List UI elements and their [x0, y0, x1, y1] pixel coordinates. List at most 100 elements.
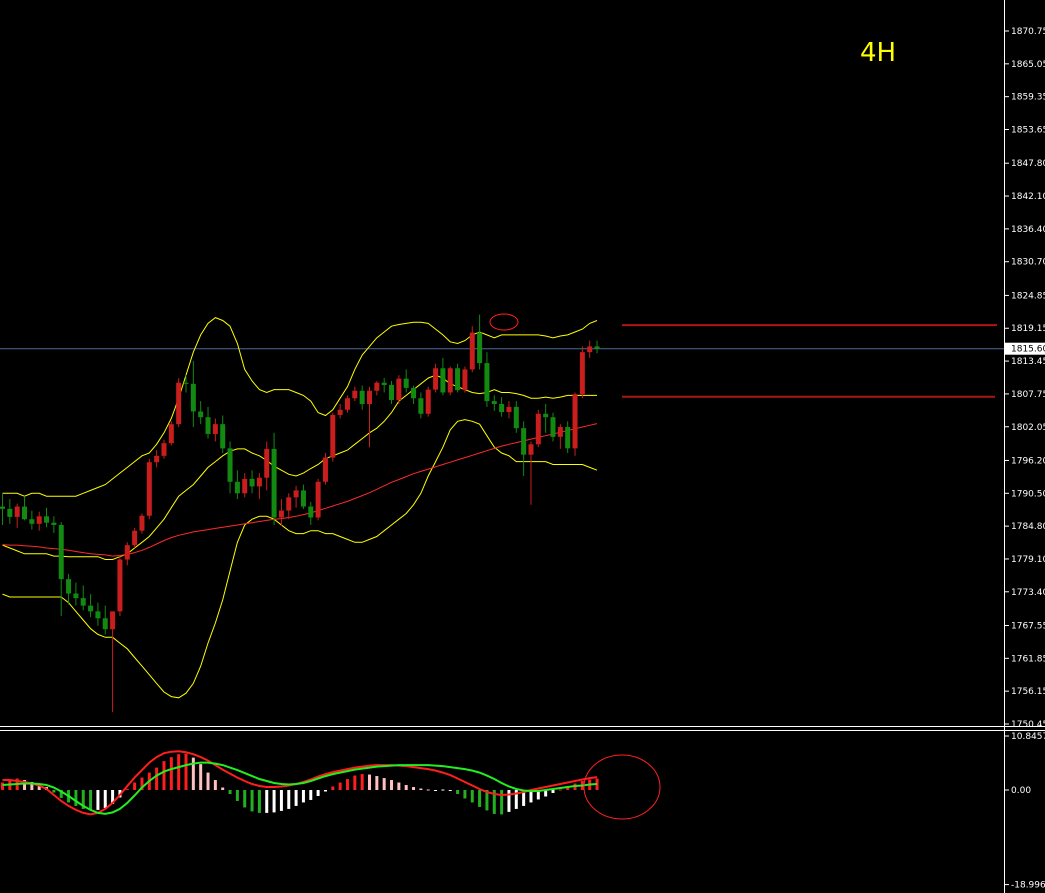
candle — [117, 554, 123, 616]
candle-body — [264, 448, 270, 478]
price-tick-label: 1807.75 — [1011, 390, 1045, 400]
candle — [469, 326, 475, 373]
price-tick-label: 1784.80 — [1011, 522, 1045, 532]
histogram-bar — [155, 767, 159, 790]
candle-body — [212, 424, 218, 434]
candle-body — [535, 413, 541, 445]
histogram-bar — [184, 753, 188, 790]
candle-body — [572, 394, 578, 449]
candle-body — [403, 378, 409, 388]
candle-body — [146, 462, 152, 516]
candle-body — [0, 506, 5, 509]
histogram-bar — [199, 764, 203, 790]
trading-chart[interactable]: 1870.75 1865.05 1859.35 1853.65 1847.80 1842.… — [0, 0, 1045, 893]
histogram-bar — [382, 778, 386, 790]
histogram-bar — [456, 790, 460, 794]
histogram-bar — [463, 790, 467, 799]
candle-body — [7, 508, 13, 517]
candle-body — [102, 618, 108, 630]
candle-body — [491, 401, 497, 404]
candle-body — [110, 611, 116, 630]
histogram-bar — [353, 775, 357, 790]
histogram-bar — [294, 790, 298, 806]
indicator-tick-label: 10.8457 — [1011, 732, 1045, 742]
histogram-bar — [74, 790, 78, 806]
candle-body — [176, 382, 182, 425]
histogram-bar — [426, 789, 430, 791]
histogram-bar — [250, 790, 254, 812]
candle-body — [95, 611, 101, 619]
candle-body — [359, 390, 365, 404]
histogram-bar — [235, 790, 239, 801]
candle-body — [36, 516, 42, 524]
histogram-bar — [500, 790, 504, 815]
candle — [146, 458, 152, 520]
histogram-bar — [412, 787, 416, 790]
price-tick-label: 1750.45 — [1011, 720, 1045, 730]
price-tick-label: 1836.40 — [1011, 225, 1045, 235]
histogram-bar — [1, 782, 4, 790]
candle-body — [271, 448, 277, 518]
price-tick-label: 1819.15 — [1011, 324, 1045, 334]
candle-body — [124, 545, 130, 560]
candle-body — [594, 346, 600, 349]
histogram-bar — [169, 757, 173, 790]
candle-body — [550, 417, 556, 437]
candle-body — [455, 368, 461, 391]
histogram-bar — [228, 790, 232, 794]
candle — [322, 452, 328, 485]
candle — [132, 527, 138, 549]
candle-body — [22, 506, 28, 520]
histogram-bar — [309, 790, 313, 800]
candle-body — [220, 424, 226, 449]
candle-body — [469, 332, 475, 370]
histogram-bar — [96, 790, 100, 810]
histogram-bar — [213, 780, 217, 790]
candle-body — [418, 398, 424, 414]
candle-body — [411, 387, 417, 399]
indicator-tick-label: 0.00 — [1011, 786, 1031, 796]
candle-body — [88, 605, 94, 612]
candle — [315, 478, 321, 521]
candle-body — [308, 506, 314, 518]
histogram-bar — [125, 789, 129, 791]
candle-body — [139, 515, 145, 531]
candle-body — [433, 368, 439, 390]
histogram-bar — [558, 789, 562, 791]
candle-body — [557, 427, 563, 437]
histogram-bar — [177, 754, 181, 790]
candle-body — [286, 497, 292, 511]
candle-body — [80, 598, 86, 606]
candle-body — [300, 490, 306, 507]
candle-body — [14, 506, 20, 517]
histogram-bar — [206, 772, 210, 790]
candle — [535, 409, 541, 448]
candle-body — [521, 428, 527, 455]
histogram-bar — [162, 761, 166, 790]
candle-body — [499, 403, 505, 413]
histogram-bar — [478, 790, 482, 807]
histogram-bar — [470, 790, 474, 803]
candle — [462, 366, 468, 393]
candle-body — [66, 579, 72, 594]
price-tick-label: 1870.75 — [1011, 27, 1045, 37]
histogram-bar — [375, 776, 379, 790]
candle-body — [374, 382, 380, 391]
candle-body — [315, 481, 321, 518]
price-tick-label: 1853.65 — [1011, 126, 1045, 136]
candle-body — [565, 427, 571, 449]
histogram-bar — [404, 785, 408, 790]
candle — [139, 513, 145, 534]
histogram-bar — [287, 790, 291, 809]
histogram-bar — [434, 790, 438, 791]
histogram-bar — [397, 782, 401, 790]
price-tick-label: 1773.40 — [1011, 588, 1045, 598]
candle — [176, 378, 182, 428]
price-tick-label: 1842.10 — [1011, 192, 1045, 202]
candle-body — [506, 406, 512, 413]
histogram-bar — [338, 782, 342, 790]
candle — [425, 386, 431, 417]
price-tick-label: 1802.05 — [1011, 423, 1045, 433]
price-tick-label: 1847.80 — [1011, 159, 1045, 169]
candle-body — [154, 455, 160, 463]
